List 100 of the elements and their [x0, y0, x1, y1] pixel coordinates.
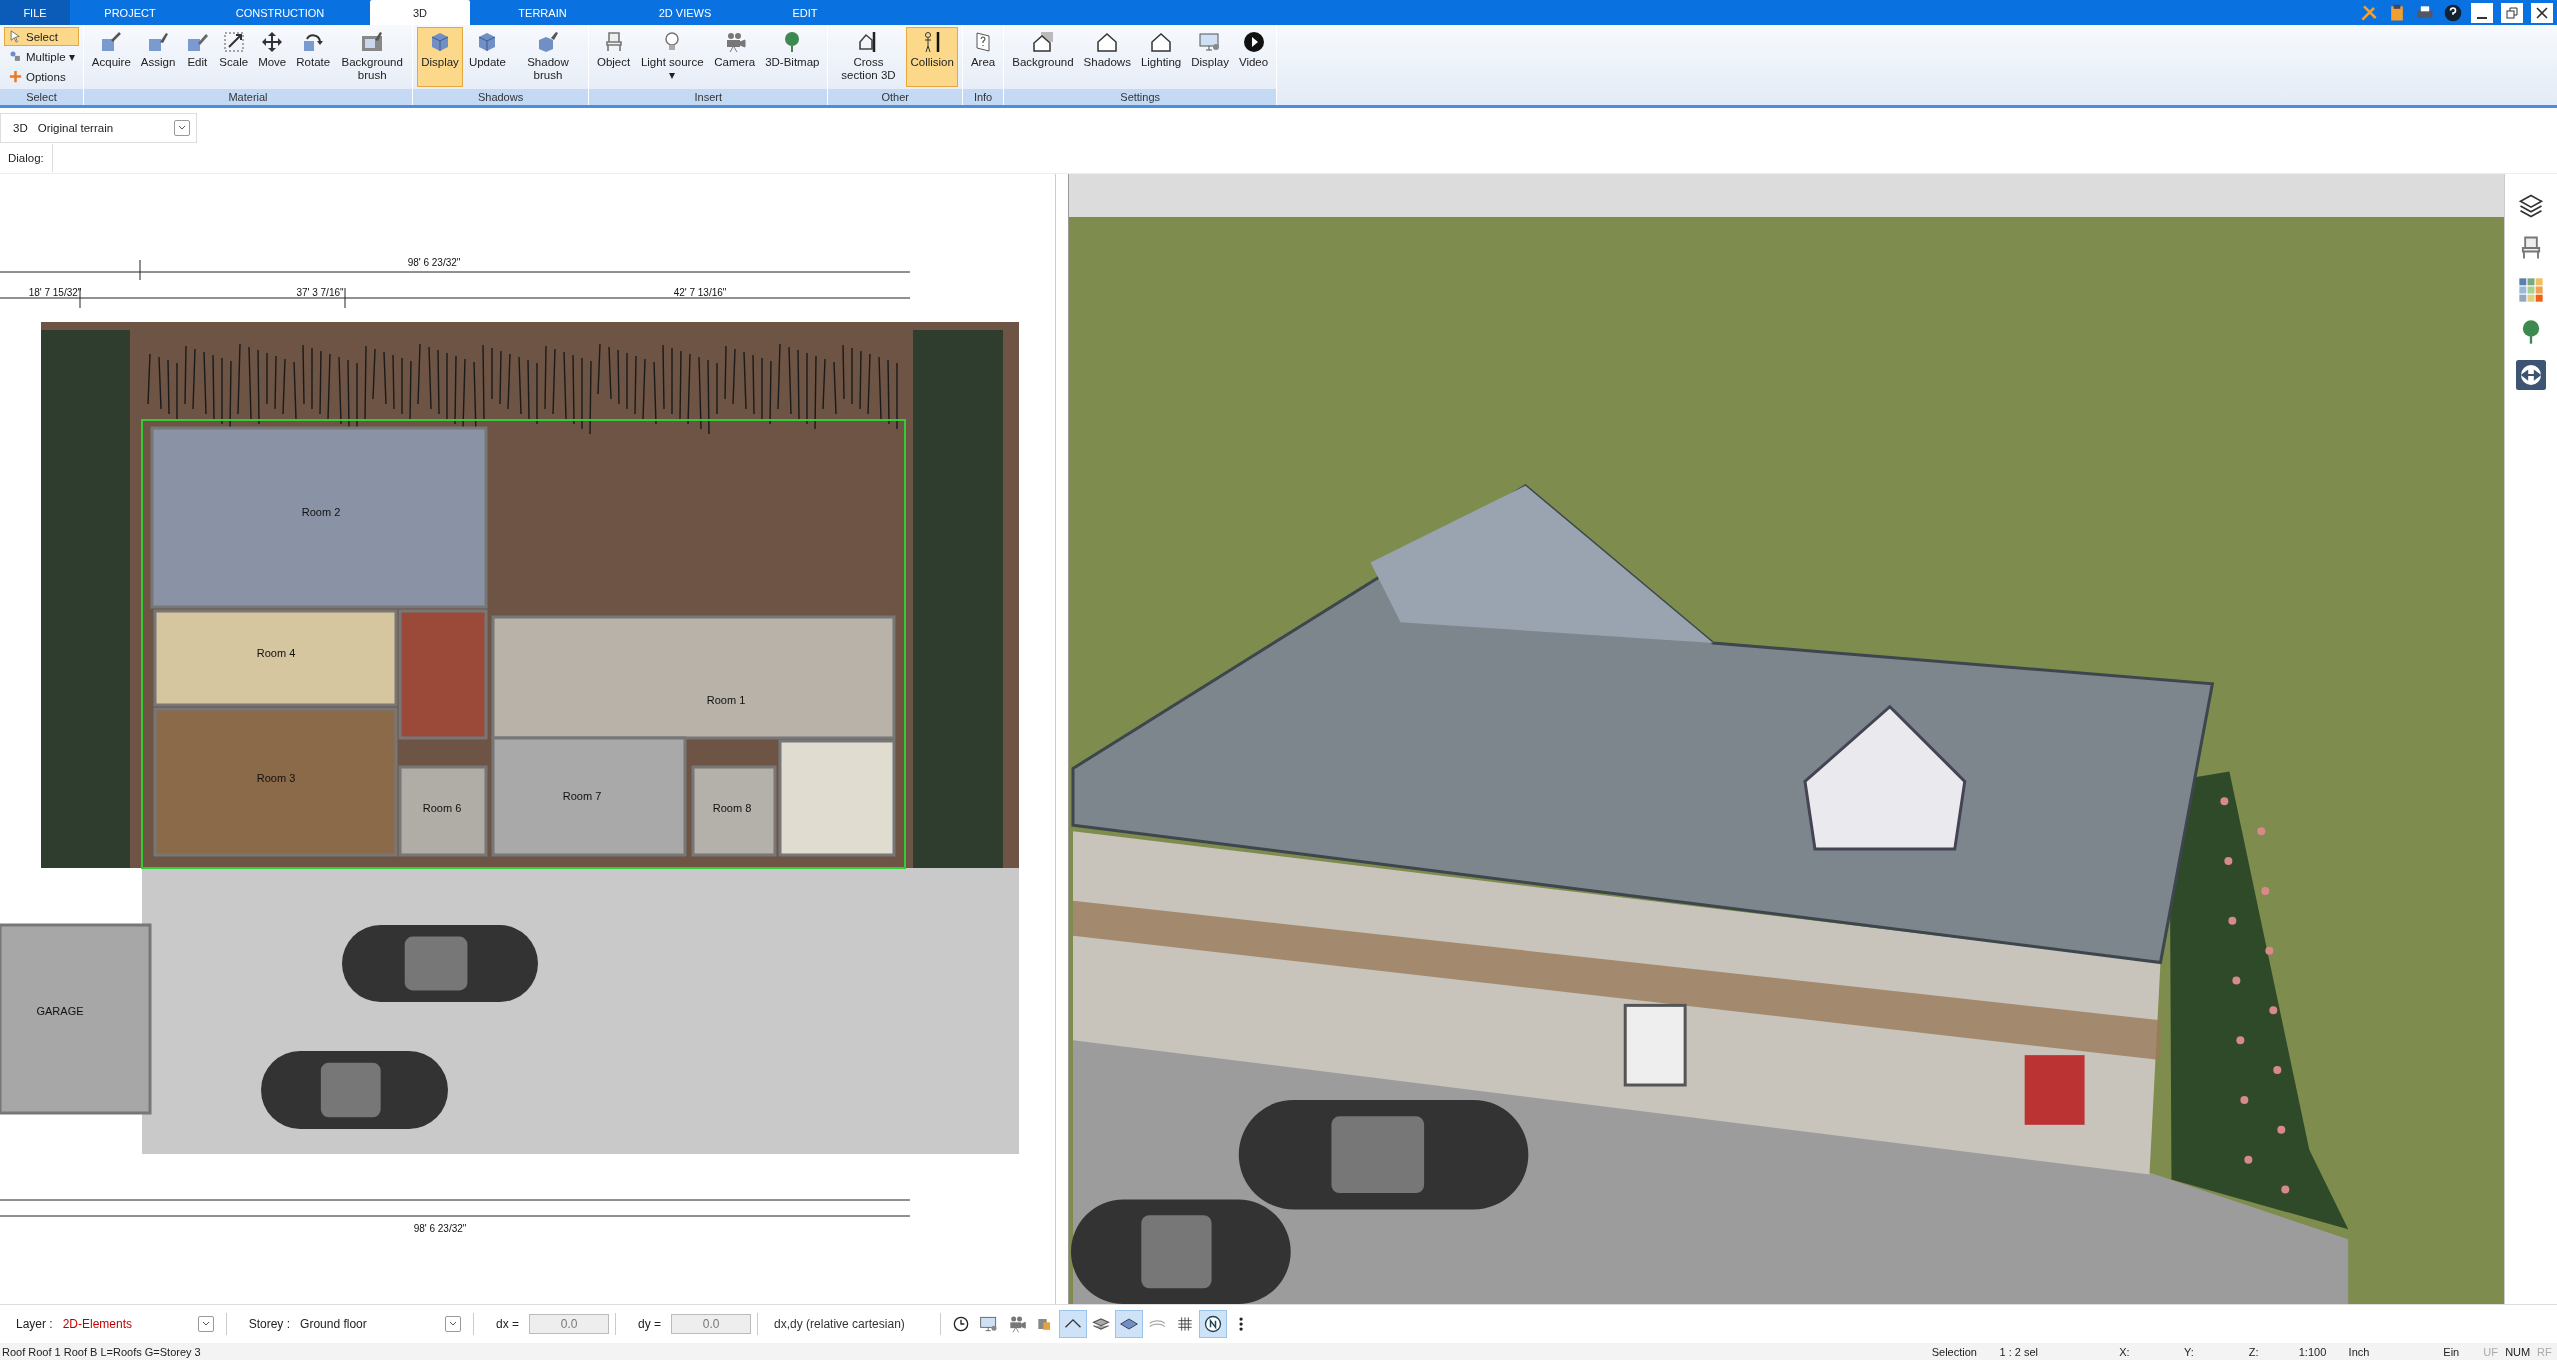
group-title: Select	[0, 89, 83, 105]
menu-tab[interactable]: TERRAIN	[470, 0, 615, 25]
menu-tab[interactable]: EDIT	[755, 0, 855, 25]
color-palette-icon[interactable]	[2517, 276, 2545, 304]
caret-icon	[449, 1321, 458, 1327]
move-icon	[260, 30, 285, 54]
ribbon-button[interactable]: Area	[966, 27, 1000, 87]
ribbon-button[interactable]: Assign	[136, 27, 180, 87]
room-label: Room 6	[422, 802, 462, 814]
status-field: Z:	[2248, 1345, 2299, 1358]
status-field: X:	[2119, 1345, 2185, 1358]
toolbar-toggle[interactable]	[1199, 1310, 1228, 1338]
ribbon-button[interactable]: Display	[1187, 27, 1233, 87]
dimension-label: 98' 6 23/32"	[407, 257, 461, 268]
caret-icon	[178, 125, 186, 131]
dimension-label: 42' 7 13/16"	[673, 287, 727, 298]
ribbon-button[interactable]: Rotate	[292, 27, 335, 87]
room-label: Room 1	[706, 694, 746, 706]
ribbon-button[interactable]: Lighting	[1136, 27, 1186, 87]
north-icon	[1203, 1314, 1224, 1334]
menu-tab[interactable]: FILE	[0, 0, 70, 25]
coordinate-mode-dropdown[interactable]: dx,dy (relative cartesian)	[764, 1317, 935, 1331]
ribbon-button[interactable]: Move	[254, 27, 291, 87]
dimension-label: 18' 7 15/32"	[28, 287, 82, 298]
cursor-icon	[8, 29, 23, 44]
group-title: Info	[962, 89, 1004, 105]
room-label: Room 3	[256, 772, 296, 784]
dimension-label: 98' 6 23/32"	[413, 1223, 467, 1234]
3d-view[interactable]	[1069, 217, 2504, 1304]
ribbon-button[interactable]: Update	[464, 27, 510, 87]
menu-tab[interactable]: 2D VIEWS	[615, 0, 755, 25]
status-field: UF	[2483, 1345, 2506, 1358]
status-field: NUM	[2505, 1345, 2538, 1358]
group-title: Settings	[1004, 89, 1277, 105]
room-label: Room 8	[712, 802, 752, 814]
ribbon-button[interactable]: 3D-Bitmap	[761, 27, 824, 87]
movie-camera-icon	[1007, 1314, 1028, 1334]
ribbon-button[interactable]: Edit	[181, 27, 214, 87]
group-title: Insert	[588, 89, 828, 105]
status-field: Selection	[1931, 1345, 2000, 1358]
house-icon	[1149, 30, 1174, 54]
status-field: Y:	[2184, 1345, 2249, 1358]
room-label: Room 7	[562, 790, 602, 802]
ribbon-button[interactable]: Acquire	[87, 27, 135, 87]
status-field: RF	[2537, 1345, 2557, 1358]
status-field: Inch	[2348, 1345, 2444, 1358]
status-field: 1 : 2 sel	[1999, 1345, 2120, 1358]
layers-icon[interactable]	[2517, 192, 2545, 220]
room-label: GARAGE	[36, 1005, 84, 1017]
floor-plan[interactable]: Room 2 Room 4 Room 3 Room 1 Room 6 Room 7 Room 8 GARAGE 98' 6 23/32" 18' 7 15/32" 37' 3 7/16" 42' 7 13/16" 98' 6 23/32"	[0, 174, 1055, 1309]
ribbon-button[interactable]: Options	[4, 67, 79, 86]
caret-icon	[201, 1321, 210, 1327]
ribbon-button[interactable]: Shadows	[1079, 27, 1135, 87]
ribbon-button[interactable]: Display	[417, 27, 463, 87]
ribbon-button[interactable]: Background	[1008, 27, 1078, 87]
ribbon-button[interactable]: Multiple ▾	[4, 47, 79, 66]
ribbon-button[interactable]: Collision	[906, 27, 958, 87]
help-icon[interactable]	[2443, 2, 2463, 23]
storey-value[interactable]: Ground floor	[300, 1317, 446, 1331]
wave-icon	[1148, 1319, 1166, 1329]
dimension-label: 37' 3 7/16"	[296, 287, 344, 298]
toolbar-toggle[interactable]	[1059, 1310, 1088, 1338]
house-icon	[1095, 30, 1120, 54]
pipette-icon	[99, 30, 124, 54]
ribbon-button[interactable]: Scale	[215, 27, 253, 87]
status-message: Roof Roof 1 Roof B L=Roofs G=Storey 3	[1, 1345, 202, 1358]
group-title: Shadows	[413, 89, 588, 105]
layer-label: Layer :	[15, 1317, 54, 1331]
terrain-dropdown[interactable]: 3D Original terrain	[0, 113, 197, 143]
plus-icon	[8, 69, 23, 84]
group-title: Other	[828, 89, 962, 105]
menu-tab[interactable]: 3D	[370, 0, 470, 25]
multiple-selection-icon	[8, 49, 23, 64]
dialog-label: Dialog:	[0, 144, 53, 172]
dx-label: dx =	[495, 1317, 521, 1331]
ribbon-button[interactable]: Video	[1234, 27, 1273, 87]
room-label: Room 2	[301, 506, 341, 518]
background-brush-icon	[360, 30, 385, 54]
ribbon-button[interactable]: Background brush	[336, 27, 409, 87]
group-title: Material	[83, 89, 413, 105]
room-label: Room 4	[256, 647, 296, 659]
more-icon	[1239, 1316, 1244, 1332]
play-icon	[1241, 30, 1266, 54]
toolbar-toggle[interactable]	[1115, 1310, 1144, 1338]
ribbon-button[interactable]: Cross section 3D	[832, 27, 905, 87]
ribbon-button[interactable]: Shadow brush	[511, 27, 584, 87]
ribbon-button[interactable]: Select	[4, 27, 79, 46]
status-field: 1:100	[2298, 1345, 2349, 1358]
dy-label: dy =	[637, 1317, 663, 1331]
ribbon-button[interactable]: Object	[592, 27, 635, 87]
layer-value[interactable]: 2D-Elements	[62, 1317, 198, 1331]
ribbon-button[interactable]: Light source ▾	[636, 27, 709, 87]
menu-tab[interactable]: CONSTRUCTION	[190, 0, 370, 25]
storey-label: Storey :	[247, 1317, 292, 1331]
scale-icon	[221, 30, 246, 54]
menu-tab[interactable]: PROJECT	[70, 0, 190, 25]
status-field: Ein	[2443, 1345, 2484, 1358]
house-icon	[1030, 30, 1055, 54]
brush-icon	[146, 30, 171, 54]
ribbon-button[interactable]: Camera	[710, 27, 760, 87]
